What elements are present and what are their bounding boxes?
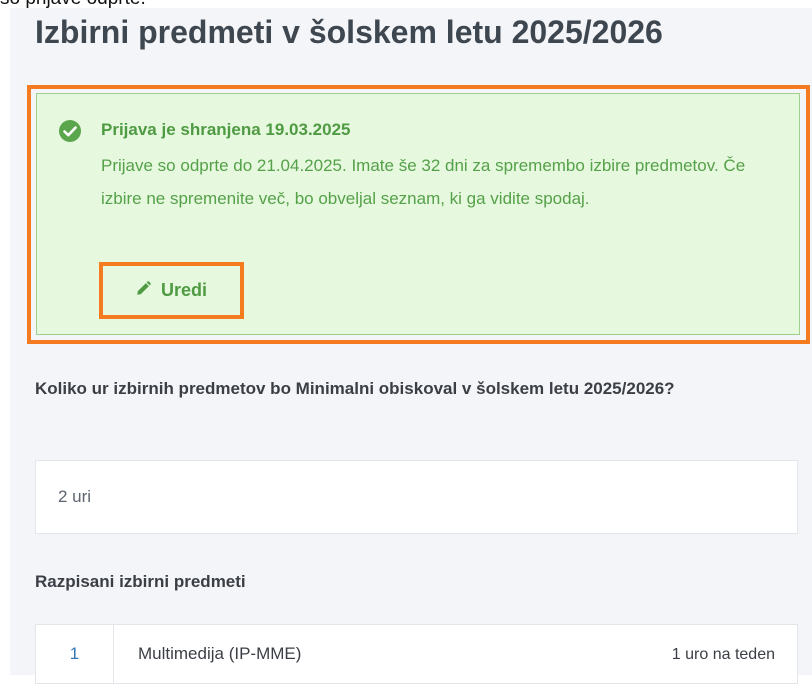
subject-row[interactable]: 1 Multimedija (IP-MME) 1 uro na teden [35, 624, 798, 684]
check-circle-icon [58, 119, 82, 143]
subject-hours: 1 uro na teden [671, 646, 775, 663]
hours-value-field: 2 uri [35, 460, 798, 534]
page-title: Izbirni predmeti v šolskem letu 2025/202… [35, 14, 663, 50]
edit-button-label: Uredi [160, 279, 207, 300]
pencil-icon [135, 279, 153, 302]
hours-question-label: Koliko ur izbirnih predmetov bo Minimaln… [35, 379, 675, 398]
alert-title: Prijava je shranjena 19.03.2025 [101, 120, 351, 139]
subjects-heading: Razpisani izbirni predmeti [35, 572, 246, 591]
hours-value: 2 uri [58, 487, 92, 506]
edit-button[interactable]: Uredi [111, 271, 231, 309]
subject-number: 1 [36, 625, 114, 683]
alert-message: Prijave so odprte do 21.04.2025. Imate š… [101, 156, 746, 208]
subject-name: Multimedija (IP-MME) [138, 644, 302, 663]
top-cut-text: so prijave odprte. [0, 0, 146, 9]
